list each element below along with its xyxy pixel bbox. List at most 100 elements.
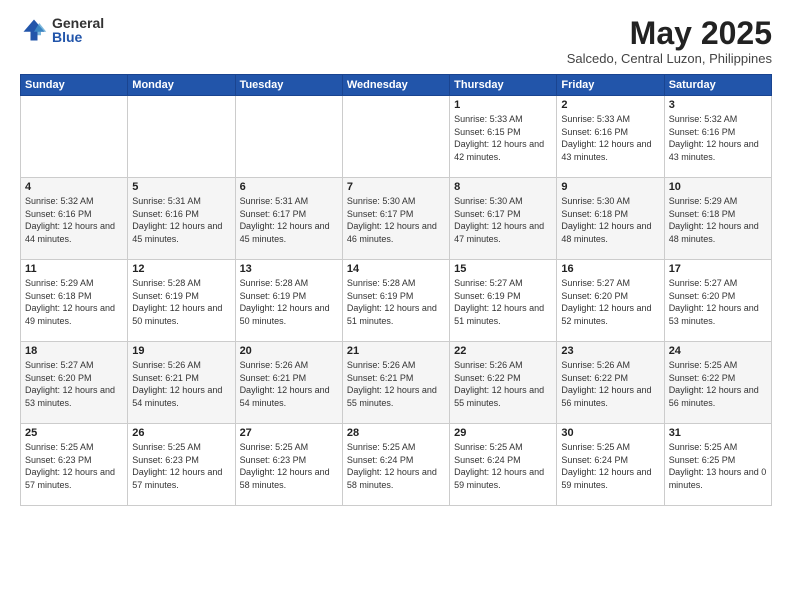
- cell-content: Sunrise: 5:27 AM Sunset: 6:20 PM Dayligh…: [561, 277, 659, 327]
- week-row-1: 1Sunrise: 5:33 AM Sunset: 6:15 PM Daylig…: [21, 96, 772, 178]
- day-number: 16: [561, 263, 659, 275]
- calendar-cell: 13 Sunrise: 5:28 AM Sunset: 6:19 PM Dayli…: [235, 260, 342, 342]
- cell-content: Sunrise: 5:26 AM Sunset: 6:21 PM Dayligh…: [132, 359, 230, 409]
- calendar-cell: 21Sunrise: 5:26 AM Sunset: 6:21 PM Dayli…: [342, 342, 449, 424]
- day-number: 4: [25, 181, 123, 193]
- calendar-cell: [235, 96, 342, 178]
- cell-content: Sunrise: 5:31 AM Sunset: 6:17 PM Dayligh…: [240, 195, 338, 245]
- month-title: May 2025: [567, 16, 772, 51]
- cell-content: Sunrise: 5:32 AM Sunset: 6:16 PM Dayligh…: [669, 113, 767, 163]
- header-cell-sunday: Sunday: [21, 75, 128, 96]
- cell-content: Sunrise: 5:27 AM Sunset: 6:20 PM Dayligh…: [25, 359, 123, 409]
- header-cell-wednesday: Wednesday: [342, 75, 449, 96]
- day-number: 15: [454, 263, 552, 275]
- calendar-cell: 3 Sunrise: 5:32 AM Sunset: 6:16 PM Daylig…: [664, 96, 771, 178]
- cell-content: Sunrise: 5:32 AM Sunset: 6:16 PM Dayligh…: [25, 195, 123, 245]
- calendar-cell: 5Sunrise: 5:31 AM Sunset: 6:16 PM Daylig…: [128, 178, 235, 260]
- day-number: 6: [240, 181, 338, 193]
- cell-content: Sunrise: 5:28 AM Sunset: 6:19 PM Dayligh…: [132, 277, 230, 327]
- day-number: 23: [561, 345, 659, 357]
- cell-content: Sunrise: 5:28 AM Sunset: 6:19 PM Dayligh…: [347, 277, 445, 327]
- week-row-3: 11Sunrise: 5:29 AM Sunset: 6:18 PM Dayli…: [21, 260, 772, 342]
- calendar-cell: 4 Sunrise: 5:32 AM Sunset: 6:16 PM Daylig…: [21, 178, 128, 260]
- header-row: SundayMondayTuesdayWednesdayThursdayFrid…: [21, 75, 772, 96]
- cell-content: Sunrise: 5:26 AM Sunset: 6:22 PM Dayligh…: [454, 359, 552, 409]
- cell-content: Sunrise: 5:25 AM Sunset: 6:24 PM Dayligh…: [454, 441, 552, 491]
- day-number: 11: [25, 263, 123, 275]
- day-number: 22: [454, 345, 552, 357]
- calendar-cell: 31Sunrise: 5:25 AM Sunset: 6:25 PM Dayli…: [664, 424, 771, 506]
- header-cell-thursday: Thursday: [450, 75, 557, 96]
- calendar-cell: 6 Sunrise: 5:31 AM Sunset: 6:17 PM Daylig…: [235, 178, 342, 260]
- calendar-cell: 26Sunrise: 5:25 AM Sunset: 6:23 PM Dayli…: [128, 424, 235, 506]
- calendar-cell: [128, 96, 235, 178]
- subtitle: Salcedo, Central Luzon, Philippines: [567, 51, 772, 66]
- calendar-cell: 30Sunrise: 5:25 AM Sunset: 6:24 PM Dayli…: [557, 424, 664, 506]
- day-number: 14: [347, 263, 445, 275]
- calendar-cell: 7Sunrise: 5:30 AM Sunset: 6:17 PM Daylig…: [342, 178, 449, 260]
- calendar-cell: [21, 96, 128, 178]
- day-number: 24: [669, 345, 767, 357]
- calendar-cell: 19 Sunrise: 5:26 AM Sunset: 6:21 PM Dayli…: [128, 342, 235, 424]
- day-number: 12: [132, 263, 230, 275]
- cell-content: Sunrise: 5:30 AM Sunset: 6:17 PM Dayligh…: [454, 195, 552, 245]
- calendar-cell: 14 Sunrise: 5:28 AM Sunset: 6:19 PM Dayli…: [342, 260, 449, 342]
- calendar-cell: 10 Sunrise: 5:29 AM Sunset: 6:18 PM Dayli…: [664, 178, 771, 260]
- cell-content: Sunrise: 5:31 AM Sunset: 6:16 PM Dayligh…: [132, 195, 230, 245]
- week-row-5: 25Sunrise: 5:25 AM Sunset: 6:23 PM Dayli…: [21, 424, 772, 506]
- calendar-cell: 28 Sunrise: 5:25 AM Sunset: 6:24 PM Dayli…: [342, 424, 449, 506]
- day-number: 18: [25, 345, 123, 357]
- day-number: 13: [240, 263, 338, 275]
- header-cell-friday: Friday: [557, 75, 664, 96]
- calendar-cell: 11Sunrise: 5:29 AM Sunset: 6:18 PM Dayli…: [21, 260, 128, 342]
- day-number: 9: [561, 181, 659, 193]
- day-number: 20: [240, 345, 338, 357]
- calendar-cell: 15 Sunrise: 5:27 AM Sunset: 6:19 PM Dayli…: [450, 260, 557, 342]
- calendar-cell: 23 Sunrise: 5:26 AM Sunset: 6:22 PM Dayli…: [557, 342, 664, 424]
- cell-content: Sunrise: 5:27 AM Sunset: 6:19 PM Dayligh…: [454, 277, 552, 327]
- logo-icon: [20, 16, 48, 44]
- header-cell-tuesday: Tuesday: [235, 75, 342, 96]
- day-number: 19: [132, 345, 230, 357]
- day-number: 31: [669, 427, 767, 439]
- calendar-cell: 24 Sunrise: 5:25 AM Sunset: 6:22 PM Dayli…: [664, 342, 771, 424]
- calendar-cell: 29Sunrise: 5:25 AM Sunset: 6:24 PM Dayli…: [450, 424, 557, 506]
- day-number: 27: [240, 427, 338, 439]
- calendar-cell: 18 Sunrise: 5:27 AM Sunset: 6:20 PM Dayli…: [21, 342, 128, 424]
- calendar-cell: 12 Sunrise: 5:28 AM Sunset: 6:19 PM Dayli…: [128, 260, 235, 342]
- calendar-cell: 9Sunrise: 5:30 AM Sunset: 6:18 PM Daylig…: [557, 178, 664, 260]
- logo-text: General Blue: [52, 16, 104, 44]
- calendar-cell: 2Sunrise: 5:33 AM Sunset: 6:16 PM Daylig…: [557, 96, 664, 178]
- calendar-cell: 27 Sunrise: 5:25 AM Sunset: 6:23 PM Dayli…: [235, 424, 342, 506]
- cell-content: Sunrise: 5:25 AM Sunset: 6:22 PM Dayligh…: [669, 359, 767, 409]
- day-number: 17: [669, 263, 767, 275]
- day-number: 3: [669, 99, 767, 111]
- logo-general: General: [52, 16, 104, 30]
- calendar-cell: 17Sunrise: 5:27 AM Sunset: 6:20 PM Dayli…: [664, 260, 771, 342]
- cell-content: Sunrise: 5:28 AM Sunset: 6:19 PM Dayligh…: [240, 277, 338, 327]
- logo-blue: Blue: [52, 30, 104, 44]
- cell-content: Sunrise: 5:25 AM Sunset: 6:24 PM Dayligh…: [347, 441, 445, 491]
- header-cell-monday: Monday: [128, 75, 235, 96]
- cell-content: Sunrise: 5:29 AM Sunset: 6:18 PM Dayligh…: [669, 195, 767, 245]
- day-number: 21: [347, 345, 445, 357]
- calendar-cell: 20Sunrise: 5:26 AM Sunset: 6:21 PM Dayli…: [235, 342, 342, 424]
- title-block: May 2025 Salcedo, Central Luzon, Philipp…: [567, 16, 772, 66]
- calendar-cell: 22 Sunrise: 5:26 AM Sunset: 6:22 PM Dayli…: [450, 342, 557, 424]
- calendar-cell: [342, 96, 449, 178]
- cell-content: Sunrise: 5:25 AM Sunset: 6:23 PM Dayligh…: [240, 441, 338, 491]
- day-number: 1: [454, 99, 552, 111]
- logo: General Blue: [20, 16, 104, 44]
- header-cell-saturday: Saturday: [664, 75, 771, 96]
- cell-content: Sunrise: 5:30 AM Sunset: 6:17 PM Dayligh…: [347, 195, 445, 245]
- day-number: 8: [454, 181, 552, 193]
- calendar-cell: 1Sunrise: 5:33 AM Sunset: 6:15 PM Daylig…: [450, 96, 557, 178]
- day-number: 28: [347, 427, 445, 439]
- day-number: 10: [669, 181, 767, 193]
- day-number: 26: [132, 427, 230, 439]
- week-row-4: 18 Sunrise: 5:27 AM Sunset: 6:20 PM Dayli…: [21, 342, 772, 424]
- cell-content: Sunrise: 5:26 AM Sunset: 6:22 PM Dayligh…: [561, 359, 659, 409]
- header: General Blue May 2025 Salcedo, Central L…: [20, 16, 772, 66]
- calendar-cell: 8 Sunrise: 5:30 AM Sunset: 6:17 PM Daylig…: [450, 178, 557, 260]
- day-number: 30: [561, 427, 659, 439]
